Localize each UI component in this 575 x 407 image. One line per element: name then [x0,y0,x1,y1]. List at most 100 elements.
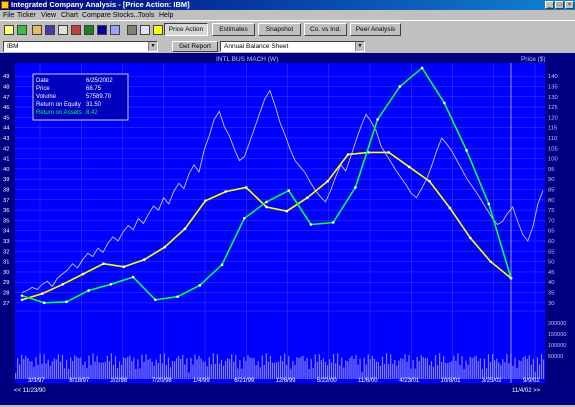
tab-snapshot[interactable]: Snapshot [258,23,301,36]
roe-point [224,190,228,193]
document-icon[interactable] [140,25,150,35]
tab-co-vs-ind[interactable]: Co. vs Ind. [304,23,347,36]
roe-point [183,227,187,230]
volume-bar [449,362,451,379]
volume-bar [216,354,219,379]
volume-bar [23,359,25,379]
volume-bar [37,364,39,379]
open-folder-icon[interactable] [32,25,42,35]
arrow-icon[interactable] [17,25,27,35]
volume-bar [80,357,82,379]
volume-bar [84,361,86,379]
roe-point [41,292,44,295]
volume-bar [178,355,180,379]
roa-point [331,221,335,224]
volume-bar [163,353,166,379]
left-tick-label: 29 [3,280,9,286]
chart-icon[interactable] [71,25,81,35]
volume-bar [322,358,325,379]
volume-bar [233,361,235,379]
nav-left-button[interactable]: << 11/23/90 [14,388,46,394]
close-icon[interactable]: × [565,1,574,9]
roa-point [265,200,268,204]
volume-bar [243,357,245,379]
volume-bar [379,365,382,379]
roe-point [448,206,452,210]
chevron-down-icon[interactable]: ▼ [148,42,157,51]
volume-bar [422,357,424,379]
nav-right-button[interactable]: 11/4/02 >> [512,388,541,394]
chevron-down-icon[interactable]: ▼ [355,42,364,51]
volume-bar [432,366,435,379]
roa-point [242,217,246,220]
volume-bar [520,361,522,379]
chart-header-right: Price ($) [521,56,546,63]
volume-bar [104,361,106,379]
volume-bar [255,365,257,379]
volume-bar [273,362,276,379]
volume-bar [465,360,467,379]
volume-bar [434,355,437,379]
volume-bar [114,355,117,379]
volume-bar [100,362,102,379]
left-tick-label: 34 [3,229,10,235]
info-roe-value: 31.50 [86,102,102,108]
volume-bar [375,361,378,379]
volume-bar [512,365,514,379]
left-tick-label: 32 [3,249,9,255]
left-tick-label: 44 [3,126,10,132]
volume-bar [500,364,502,379]
window-icon[interactable] [97,25,107,35]
volume-bar [247,355,249,379]
roa-point [420,66,424,70]
volume-bar [108,361,110,379]
get-report-button[interactable]: Get Report [172,41,218,52]
roe-point [265,205,268,209]
left-tick-label: 37 [3,198,9,204]
tab-peer-analysis[interactable]: Peer Analysis [350,23,401,36]
roa-point [198,284,202,287]
volume-bar [61,354,64,379]
left-tick-label: 31 [3,260,9,266]
help-icon[interactable] [153,25,163,35]
maximize-icon[interactable]: □ [555,1,564,9]
volume-bar [153,365,155,379]
volume-bar [463,368,465,379]
price-action-chart[interactable]: 27 30 28 35 29 40 30 45 31 50 32 55 33 60 34 65 35 70 36 75… [0,53,575,405]
x-tick-label: 12/6/99 [276,378,297,384]
right-tick-label: 100 [548,157,558,163]
roa-point [176,295,179,298]
volume-bar [524,355,526,379]
print-icon[interactable] [58,25,68,35]
volume-bar [396,365,398,379]
grid-icon[interactable] [84,25,94,35]
roa-point [65,300,68,304]
volume-bar [27,358,29,379]
volume-bar [363,357,365,379]
volume-bar [345,360,347,379]
left-tick-label: 30 [3,270,9,276]
tab-price-action[interactable]: Price Action [164,23,208,36]
volume-bar [171,360,174,379]
volume-bar [418,361,420,379]
volume-bar [453,355,455,379]
roa-point [220,263,224,267]
minimize-icon[interactable]: _ [545,1,554,9]
report-type-select[interactable]: Annual Balance Sheet ▼ [220,41,365,52]
roe-point [285,209,289,213]
title-bar: Integrated Company Analysis - [Price Act… [0,0,575,10]
volume-bar [447,362,449,379]
report-type-value: Annual Balance Sheet [224,43,289,50]
tab-estimates[interactable]: Estimates [212,23,255,36]
volume-bar [292,361,294,379]
zoom-icon[interactable] [110,25,120,35]
printer-icon[interactable] [127,25,137,35]
volume-bar [439,353,441,379]
info-volume-label: Volume [36,94,57,100]
new-icon[interactable] [4,25,14,35]
x-tick-label: 5/22/00 [317,378,338,384]
volume-bar [82,365,84,379]
roe-point [61,283,65,286]
ticker-select[interactable]: IBM ▼ [3,41,158,52]
save-icon[interactable] [45,25,55,35]
